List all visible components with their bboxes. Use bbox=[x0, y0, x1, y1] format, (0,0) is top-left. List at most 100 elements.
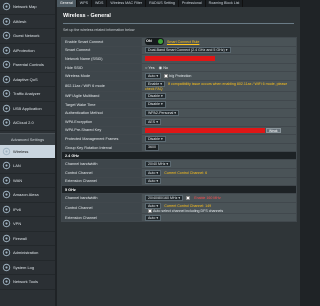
extension-channel-value: Auto ▾ bbox=[141, 176, 297, 187]
sidebar-item-label: AiMesh bbox=[13, 18, 27, 24]
extension-channel-value: Auto ▾ bbox=[141, 212, 297, 223]
redacted-value bbox=[145, 127, 265, 133]
wifi-agile-multiband-label: WiFi Agile Multiband bbox=[61, 91, 142, 101]
checkbox-label: Auto select channel including DFS channe… bbox=[153, 208, 224, 213]
target-wake-time-label: Target Wake Time bbox=[61, 99, 142, 110]
extension-channel-label: Extension Channel bbox=[61, 176, 142, 187]
tab-radius-setting[interactable]: RADIUS Setting bbox=[146, 0, 179, 7]
sidebar-item-amazon-alexa[interactable]: Amazon Alexa bbox=[0, 188, 55, 203]
network-map-icon bbox=[2, 2, 11, 11]
tab-wps[interactable]: WPS bbox=[77, 0, 92, 7]
tab-roaming-block-list[interactable]: Roaming Block List bbox=[206, 0, 244, 7]
control-channel-select[interactable]: Auto ▾ bbox=[145, 169, 162, 176]
channel-bandwidth-select[interactable]: 20/40/80/160 MHz ▾ bbox=[145, 194, 184, 201]
wireless-mode-value: Auto ▾ b/g Protection bbox=[141, 71, 297, 81]
tab-general[interactable]: General bbox=[57, 0, 77, 7]
sidebar-item-aimesh[interactable]: AiMesh bbox=[0, 15, 55, 29]
sidebar-item-administration[interactable]: Administration bbox=[0, 246, 55, 261]
form-row: 802.11ax / WiFi 6 mode Enable ▾ If compati… bbox=[61, 79, 297, 93]
tab-wds[interactable]: WDS bbox=[92, 0, 108, 7]
channel-note: Current Control Channel: 149 bbox=[164, 203, 212, 208]
wpa-encryption-select[interactable]: AES ▾ bbox=[145, 118, 162, 125]
sidebar-item-network-map[interactable]: Network Map bbox=[0, 0, 55, 15]
authentication-method-select[interactable]: WPA2-Personal ▾ bbox=[145, 110, 180, 117]
form-row: Hide SSID ○ Yes ◉ No bbox=[61, 62, 297, 73]
checkbox-label: Enable 160 MHz bbox=[194, 195, 221, 200]
parental-controls-icon bbox=[2, 60, 11, 69]
control-channel-note: Current Control Channel: 6 bbox=[164, 170, 208, 175]
b-g-protection-checkbox[interactable]: b/g Protection bbox=[164, 74, 191, 79]
sidebar-item-lan[interactable]: LAN bbox=[0, 159, 55, 174]
sidebar-item-label: AiCloud 2.0 bbox=[13, 120, 34, 126]
sidebar-item-label: System Log bbox=[13, 264, 35, 270]
channel-bandwidth-select[interactable]: 20/40 MHz ▾ bbox=[145, 161, 172, 168]
wifi-agile-multiband-select[interactable]: Disable ▾ bbox=[145, 92, 166, 100]
extension-channel-select[interactable]: Auto ▾ bbox=[145, 178, 162, 185]
sidebar-item-label: Parental Controls bbox=[13, 62, 44, 68]
network-name-ssid-value bbox=[141, 54, 297, 64]
sidebar-item-traffic-analyzer[interactable]: Traffic Analyzer bbox=[0, 87, 55, 102]
aimesh-icon bbox=[2, 17, 11, 26]
sidebar-item-guest-network[interactable]: Guest Network bbox=[0, 29, 55, 44]
radio-option-no[interactable]: ◉ No bbox=[158, 65, 168, 71]
sidebar-item-aicloud[interactable]: AiCloud 2.0 bbox=[0, 116, 55, 131]
title-divider bbox=[63, 23, 294, 24]
wpa-encryption-value: AES ▾ bbox=[141, 116, 297, 127]
chevron-down-icon: ▾ bbox=[159, 81, 163, 86]
group-key-rotation-interval-value: 3600 bbox=[141, 142, 297, 153]
radio-option-yes[interactable]: ○ Yes bbox=[145, 65, 155, 70]
page-description: Set up the wireless related information … bbox=[63, 28, 135, 32]
wifi-agile-multiband-value: Disable ▾ bbox=[141, 91, 297, 101]
tab-professional[interactable]: Professional bbox=[179, 0, 206, 7]
chevron-down-icon: ▾ bbox=[155, 74, 159, 79]
smart-connect-rule-link[interactable]: Smart Connect Rule bbox=[167, 40, 199, 44]
smart-connect-select[interactable]: Dual-Band Smart Connect (2.4 GHz and 5 G… bbox=[145, 47, 231, 54]
vpn-icon bbox=[2, 219, 11, 228]
wpa-encryption-label: WPA Encryption bbox=[61, 116, 142, 127]
sidebar-item-adaptive-qos[interactable]: Adaptive QoS bbox=[0, 73, 55, 87]
sidebar-item-label: Adaptive QoS bbox=[13, 76, 38, 82]
sidebar-item-network-tools[interactable]: Network Tools bbox=[0, 275, 55, 290]
sidebar-item-label: Network Map bbox=[13, 4, 37, 10]
sidebar-item-firewall[interactable]: Firewall bbox=[0, 232, 55, 246]
form-row: Channel bandwidth 20/40 MHz ▾ bbox=[61, 159, 297, 169]
chevron-down-icon: ▾ bbox=[155, 179, 159, 184]
802-11ax-wifi-6-mode-note: If compatibility issue occurs when enabl… bbox=[145, 82, 288, 92]
chevron-down-icon: ▾ bbox=[173, 111, 177, 116]
form-row: WPA Encryption AES ▾ bbox=[61, 116, 297, 127]
sidebar-item-wan[interactable]: WAN bbox=[0, 174, 55, 188]
chevron-down-icon: ▾ bbox=[155, 203, 159, 208]
section-header-row: 5 GHz bbox=[61, 185, 297, 195]
sidebar-item-usb-application[interactable]: USB Application bbox=[0, 102, 55, 116]
form-row: WPA Pre-Shared Key Weak bbox=[61, 125, 297, 136]
smart-connect-toggle[interactable]: ON bbox=[145, 38, 164, 46]
sidebar-item-vpn[interactable]: VPN bbox=[0, 217, 55, 232]
sidebar-item-parental-controls[interactable]: Parental Controls bbox=[0, 58, 55, 73]
usb-application-icon bbox=[2, 104, 11, 113]
sidebar-item-wireless[interactable]: Wireless bbox=[0, 144, 55, 159]
enable-160-mhz-checkbox[interactable]: Enable 160 MHz bbox=[186, 195, 221, 200]
group-key-rotation-interval-input[interactable]: 3600 bbox=[145, 144, 159, 151]
form-row: Channel bandwidth 20/40/80/160 MHz ▾ Enabl… bbox=[61, 193, 297, 203]
radio-icon: ◉ bbox=[158, 65, 163, 71]
control-channel-value: Auto ▾ Current Control Channel: 6 bbox=[141, 167, 297, 178]
sidebar-item-label: LAN bbox=[13, 163, 21, 169]
amazon-alexa-icon bbox=[2, 190, 11, 199]
protected-management-frames-value: Disable ▾ bbox=[141, 134, 297, 144]
sidebar-item-system-log[interactable]: System Log bbox=[0, 261, 55, 275]
chevron-down-icon: ▾ bbox=[155, 215, 159, 220]
802-11ax-wifi-6-mode-value: Enable ▾ If compatibility issue occurs wh… bbox=[141, 79, 297, 93]
wireless-mode-select[interactable]: Auto ▾ bbox=[145, 73, 162, 80]
tab-bar: General WPS WDS Wireless MAC Filter RADIUS S… bbox=[57, 0, 300, 7]
auto-select-channel-including-dfs-channels-checkbox[interactable]: Auto select channel including DFS channe… bbox=[148, 208, 224, 213]
tab-wireless-mac-filter[interactable]: Wireless MAC Filter bbox=[107, 0, 147, 7]
protected-management-frames-select[interactable]: Disable ▾ bbox=[145, 135, 166, 143]
channel-bandwidth-value: 20/40/80/160 MHz ▾ Enable 160 MHz bbox=[141, 193, 297, 203]
sidebar-item-ipv6[interactable]: IPv6 bbox=[0, 203, 55, 217]
authentication-method-label: Authentication Method bbox=[61, 108, 142, 118]
sidebar-item-aiprotection[interactable]: AiProtection bbox=[0, 44, 55, 58]
sidebar-item-label: IPv6 bbox=[13, 206, 22, 212]
target-wake-time-select[interactable]: Disable ▾ bbox=[145, 101, 166, 108]
network-tools-icon bbox=[2, 277, 11, 286]
extension-channel-select[interactable]: Auto ▾ bbox=[145, 214, 162, 221]
